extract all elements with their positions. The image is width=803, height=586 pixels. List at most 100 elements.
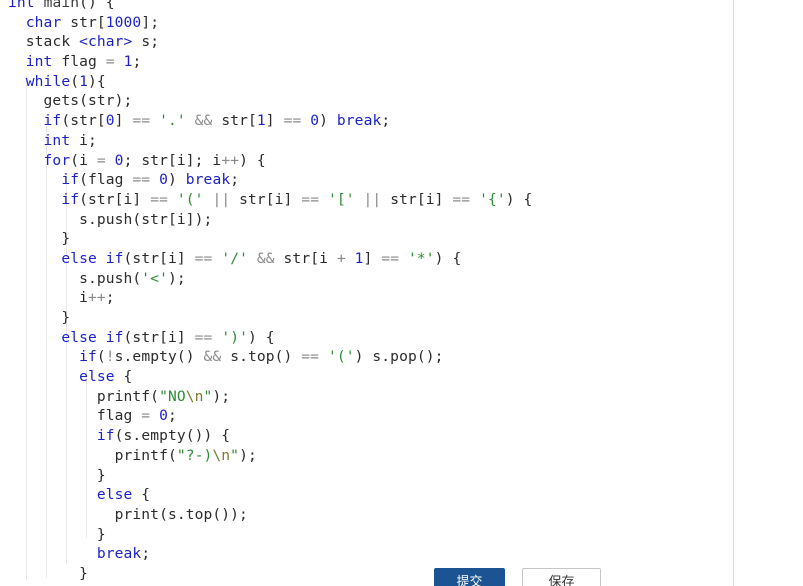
code-token: ++: [221, 151, 240, 169]
code-token: printf(: [8, 446, 177, 464]
code-line[interactable]: else {: [0, 485, 733, 505]
code-line[interactable]: while(1){: [0, 72, 733, 92]
code-token: if: [105, 249, 124, 267]
code-token: if: [105, 328, 124, 346]
submit-button[interactable]: 提交: [434, 568, 505, 586]
right-side-pane: [734, 0, 803, 586]
code-token: if: [61, 190, 80, 208]
code-token: ;: [141, 545, 151, 563]
code-token: str[: [212, 112, 257, 130]
code-token: int: [43, 131, 71, 149]
code-line[interactable]: s.push('<');: [0, 269, 733, 289]
code-token: 1000: [105, 13, 142, 31]
code-token: );: [212, 387, 231, 405]
code-token: ==: [150, 190, 168, 208]
code-editor-pane[interactable]: int main() { char str[1000]; stack <char…: [0, 0, 733, 586]
code-token: flag: [52, 53, 106, 71]
code-line[interactable]: int i;: [0, 131, 733, 151]
code-token: =: [105, 53, 115, 71]
code-line[interactable]: for(i = 0; str[i]; i++) {: [0, 151, 733, 171]
code-token: s;: [132, 33, 160, 51]
code-line[interactable]: else {: [0, 367, 733, 387]
code-token: (: [96, 348, 106, 366]
save-button[interactable]: 保存: [522, 568, 601, 586]
code-token: s.push(: [8, 269, 142, 287]
code-line[interactable]: if(s.empty()) {: [0, 426, 733, 446]
code-token: ||: [212, 190, 231, 208]
code-token: '.': [159, 112, 186, 130]
code-line[interactable]: }: [0, 229, 733, 249]
code-token: ==: [132, 171, 151, 189]
code-line[interactable]: flag = 0;: [0, 406, 733, 426]
code-token: (str[: [61, 112, 106, 130]
code-token: 1: [79, 72, 88, 90]
code-line[interactable]: gets(str);: [0, 91, 733, 111]
code-line[interactable]: if(flag == 0) break;: [0, 170, 733, 190]
code-token: if: [61, 171, 80, 189]
code-line[interactable]: else if(str[i] == '/' && str[i + 1] == '…: [0, 249, 733, 269]
code-token: ==: [283, 112, 302, 130]
code-token: i;: [70, 131, 97, 149]
code-token: else: [61, 249, 97, 267]
code-line[interactable]: int main() {: [0, 0, 733, 13]
code-line[interactable]: break;: [0, 544, 733, 564]
code-token: "NO: [159, 387, 186, 405]
code-token: '(': [327, 348, 355, 366]
code-lines-container[interactable]: int main() { char str[1000]; stack <char…: [0, 0, 733, 584]
code-token: ]: [363, 249, 382, 267]
code-line[interactable]: printf("?-)\n");: [0, 446, 733, 466]
code-line[interactable]: char str[1000];: [0, 13, 733, 33]
code-line[interactable]: }: [0, 308, 733, 328]
code-token: (str[i]: [123, 328, 195, 346]
code-token: (flag: [79, 171, 133, 189]
code-token: else: [96, 486, 133, 504]
code-line[interactable]: print(s.top());: [0, 505, 733, 525]
code-token: ) {: [239, 151, 266, 169]
code-token: ==: [194, 328, 213, 346]
code-token: ==: [452, 190, 471, 208]
code-line[interactable]: i++;: [0, 288, 733, 308]
code-line[interactable]: int flag = 1;: [0, 52, 733, 72]
code-line[interactable]: if(str[0] == '.' && str[1] == 0) break;: [0, 111, 733, 131]
code-token: ): [319, 112, 337, 130]
code-token: flag: [8, 407, 142, 425]
code-line[interactable]: else if(str[i] == ')') {: [0, 328, 733, 348]
code-token: 0: [105, 112, 115, 130]
code-line[interactable]: s.push(str[i]);: [0, 210, 733, 230]
code-line[interactable]: }: [0, 466, 733, 486]
code-token: ==: [132, 112, 151, 130]
code-token: '[': [327, 190, 355, 208]
code-token: {: [114, 368, 133, 386]
code-line[interactable]: if(str[i] == '(' || str[i] == '[' || str…: [0, 190, 733, 210]
code-token: !: [105, 348, 115, 366]
code-token: ;: [105, 289, 115, 307]
code-line[interactable]: if(!s.empty() && s.top() == '(') s.pop()…: [0, 347, 733, 367]
code-line[interactable]: printf("NO\n");: [0, 387, 733, 407]
code-line[interactable]: }: [0, 525, 733, 545]
code-token: }: [8, 466, 106, 484]
code-token: str[: [61, 13, 106, 31]
code-token: +: [336, 249, 346, 267]
code-token: break: [96, 545, 142, 563]
code-token: else: [79, 368, 115, 386]
code-line[interactable]: stack <char> s;: [0, 32, 733, 52]
code-token: '<': [141, 269, 168, 287]
code-token: "?-): [176, 446, 213, 464]
